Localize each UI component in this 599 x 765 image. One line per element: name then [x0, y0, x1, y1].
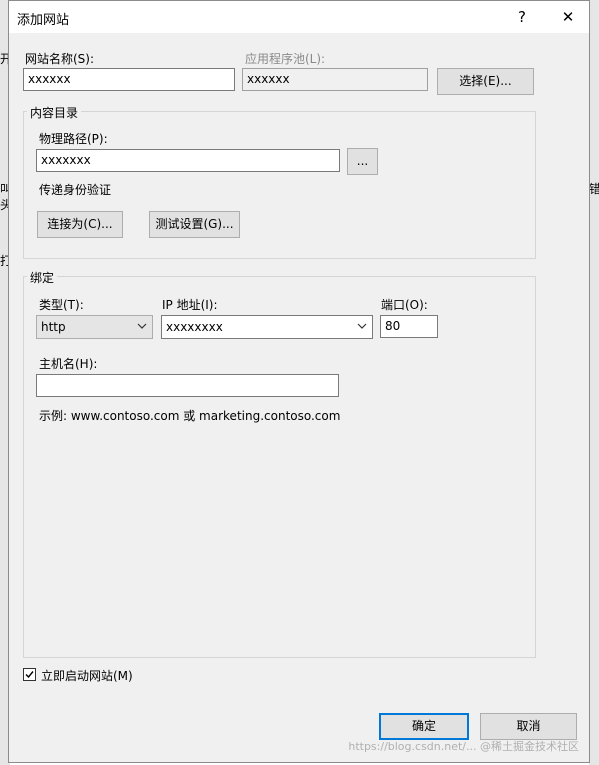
passthrough-auth-label: 传递身份验证: [39, 183, 112, 197]
ip-address-label: IP 地址(I):: [162, 298, 218, 312]
host-name-example: 示例: www.contoso.com 或 marketing.contoso.…: [39, 409, 341, 423]
content-directory-title: 内容目录: [27, 104, 82, 121]
chevron-down-icon: [137, 323, 147, 329]
host-name-label: 主机名(H):: [39, 357, 98, 371]
ip-address-value: xxxxxxxx: [166, 320, 223, 334]
binding-title: 绑定: [27, 269, 58, 286]
start-immediately-checkbox[interactable]: [23, 668, 36, 681]
connect-as-button[interactable]: 连接为(C)...: [37, 211, 123, 238]
title-bar[interactable]: 添加网站 ? ✕: [9, 1, 589, 33]
select-app-pool-button[interactable]: 选择(E)...: [437, 68, 534, 95]
dialog-title: 添加网站: [17, 13, 70, 28]
watermark-text: https://blog.csdn.net/... @稀土掘金技术社区: [348, 740, 579, 753]
background-window-right: [589, 0, 599, 765]
background-text-fragment: 错: [589, 182, 599, 196]
add-website-dialog: 添加网站 ? ✕ 网站名称(S): xxxxxx 应用程序池(L): xxxxx…: [8, 0, 590, 763]
port-label: 端口(O):: [381, 298, 428, 312]
cancel-button[interactable]: 取消: [480, 713, 577, 740]
port-input[interactable]: 80: [380, 315, 438, 338]
start-immediately-label[interactable]: 立即启动网站(M): [41, 667, 133, 684]
browse-path-button[interactable]: ...: [347, 148, 378, 175]
ok-button[interactable]: 确定: [379, 713, 469, 740]
chevron-down-icon: [357, 323, 367, 329]
site-name-label: 网站名称(S):: [25, 52, 95, 66]
physical-path-input[interactable]: xxxxxxx: [36, 149, 340, 172]
help-button[interactable]: ?: [507, 5, 537, 29]
type-select-value: http: [41, 320, 66, 334]
ip-address-select[interactable]: xxxxxxxx: [161, 315, 373, 339]
physical-path-label: 物理路径(P):: [39, 132, 108, 146]
site-name-input[interactable]: xxxxxx: [23, 68, 235, 91]
test-settings-button[interactable]: 测试设置(G)...: [149, 211, 240, 238]
type-label: 类型(T):: [39, 298, 84, 312]
app-pool-field: xxxxxx: [242, 68, 428, 91]
host-name-input[interactable]: [36, 374, 339, 397]
checkmark-icon: [25, 671, 34, 679]
app-pool-label: 应用程序池(L):: [245, 52, 326, 66]
type-select[interactable]: http: [36, 315, 153, 339]
close-button[interactable]: ✕: [553, 5, 583, 29]
